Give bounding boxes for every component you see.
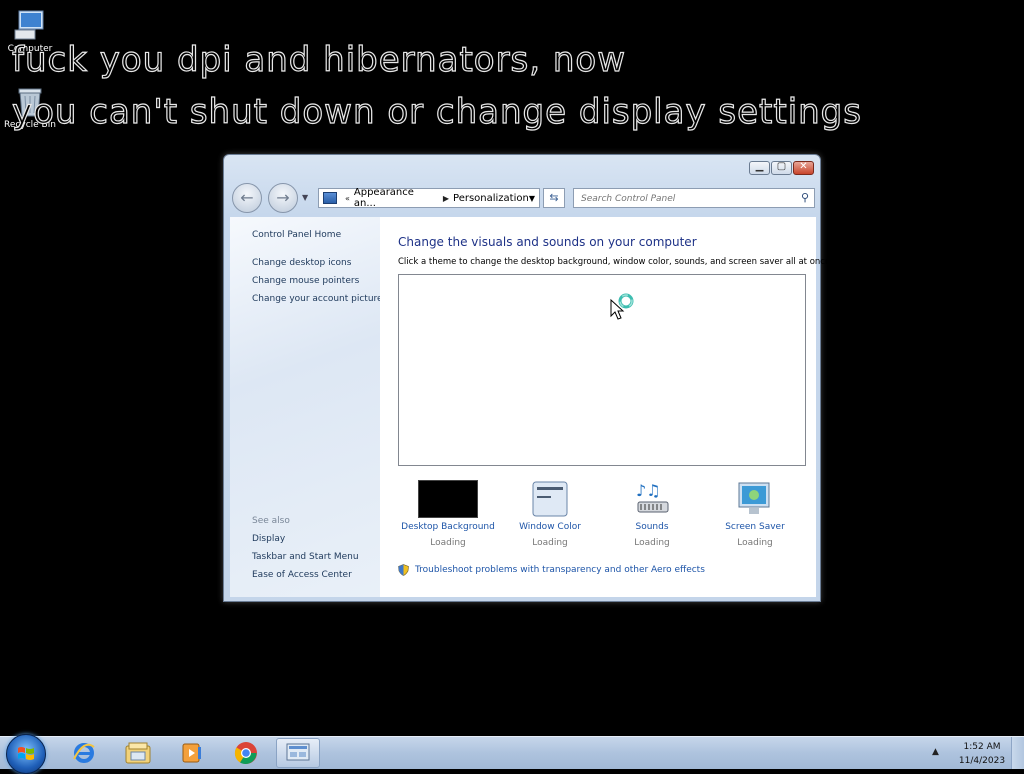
- sounds-tile[interactable]: ♪♫ Sounds Loading: [602, 479, 702, 548]
- taskbar: ▲ 1:52 AM 11/4/2023: [0, 734, 1024, 774]
- address-dropdown-icon[interactable]: ▼: [529, 194, 535, 203]
- page-title: Change the visuals and sounds on your co…: [398, 235, 697, 249]
- breadcrumb-separator-icon[interactable]: ▶: [443, 194, 449, 203]
- minimize-icon: ▁: [755, 161, 764, 172]
- shield-icon: [398, 564, 409, 576]
- window-color-label[interactable]: Window Color: [500, 522, 600, 532]
- clock-time: 1:52 AM: [963, 742, 1001, 752]
- window-color-tile[interactable]: Window Color Loading: [500, 479, 600, 548]
- control-panel-home-link[interactable]: Control Panel Home: [252, 230, 341, 240]
- windows-explorer-icon: [125, 742, 151, 764]
- maximize-icon: ▢: [776, 161, 787, 172]
- screen-saver-icon: [738, 482, 770, 514]
- desktop-background-label[interactable]: Desktop Background: [398, 522, 498, 532]
- left-pane: Control Panel Home Change desktop icons …: [230, 217, 383, 597]
- sounds-label[interactable]: Sounds: [602, 522, 702, 532]
- troubleshoot-label[interactable]: Troubleshoot problems with transparency …: [415, 565, 705, 575]
- taskbar-start-menu-link[interactable]: Taskbar and Start Menu: [252, 552, 359, 562]
- show-hidden-icons-icon[interactable]: ▲: [932, 747, 939, 757]
- taskbar-internet-explorer[interactable]: [62, 738, 106, 768]
- ease-of-access-link[interactable]: Ease of Access Center: [252, 570, 352, 580]
- desktop-background-icon: [418, 480, 478, 518]
- change-account-picture-link[interactable]: Change your account picture: [252, 294, 383, 304]
- notification-area: ▲ 1:52 AM 11/4/2023: [924, 737, 1024, 769]
- close-icon: ✕: [799, 161, 808, 172]
- troubleshoot-link[interactable]: Troubleshoot problems with transparency …: [398, 564, 705, 576]
- svg-text:♪♫: ♪♫: [636, 481, 661, 500]
- internet-explorer-icon: [73, 743, 95, 763]
- breadcrumb-personalization[interactable]: Personalization: [453, 193, 529, 204]
- forward-button[interactable]: →: [268, 183, 298, 213]
- screen-saver-label[interactable]: Screen Saver: [705, 522, 805, 532]
- change-desktop-icons-link[interactable]: Change desktop icons: [252, 258, 351, 268]
- theme-list[interactable]: [398, 274, 806, 466]
- navigation-bar: ← → ▼ « Appearance an... ▶ Personalizati…: [230, 181, 815, 215]
- sounds-status: Loading: [634, 538, 670, 548]
- clock[interactable]: 1:52 AM 11/4/2023: [952, 740, 1012, 768]
- close-button[interactable]: ✕: [793, 161, 814, 175]
- see-also-heading: See also: [252, 516, 290, 526]
- taskbar-media-player[interactable]: [170, 738, 214, 768]
- search-icon[interactable]: ⚲: [801, 191, 809, 204]
- breadcrumb-appearance[interactable]: Appearance an...: [354, 187, 439, 209]
- computer-icon: [14, 10, 44, 40]
- search-input[interactable]: [579, 190, 793, 208]
- busy-cursor-icon: [610, 293, 634, 320]
- refresh-button[interactable]: ⇆: [543, 188, 565, 208]
- screen-saver-status: Loading: [737, 538, 773, 548]
- sounds-icon: ♪♫: [636, 481, 669, 513]
- caption-buttons: ▁ ▢ ✕: [749, 161, 814, 175]
- desktop-overlay-line-2: you can't shut down or change display se…: [11, 91, 862, 132]
- refresh-icon: ⇆: [549, 191, 559, 204]
- desktop-background-status: Loading: [430, 538, 466, 548]
- media-player-icon: [182, 743, 201, 763]
- taskbar-chrome[interactable]: [224, 738, 268, 768]
- clock-date: 11/4/2023: [958, 756, 1006, 766]
- address-bar[interactable]: « Appearance an... ▶ Personalization ▼: [318, 187, 540, 209]
- window-color-status: Loading: [532, 538, 568, 548]
- search-box[interactable]: ⚲: [573, 188, 815, 208]
- chrome-icon: [234, 742, 257, 764]
- back-button[interactable]: ←: [232, 183, 262, 213]
- display-link[interactable]: Display: [252, 534, 285, 544]
- taskbar-windows-explorer[interactable]: [116, 738, 160, 768]
- minimize-button[interactable]: ▁: [749, 161, 770, 175]
- control-panel-icon: [286, 743, 310, 761]
- control-panel-icon: [323, 192, 337, 204]
- back-arrow-icon: ←: [240, 188, 254, 207]
- change-mouse-pointers-link[interactable]: Change mouse pointers: [252, 276, 359, 286]
- windows-logo-icon: [18, 747, 34, 760]
- content-pane: Change the visuals and sounds on your co…: [380, 217, 833, 597]
- window-color-icon: [532, 481, 568, 517]
- taskbar-control-panel[interactable]: [276, 738, 320, 768]
- screen-saver-tile[interactable]: Screen Saver Loading: [705, 479, 805, 548]
- breadcrumb-chevron-icon[interactable]: «: [345, 194, 350, 203]
- start-button[interactable]: [6, 734, 46, 774]
- show-desktop-button[interactable]: [1011, 737, 1024, 769]
- desktop-overlay-line-1: fuck you dpi and hibernators, now: [11, 39, 627, 80]
- personalization-window: ▁ ▢ ✕ ← → ▼ « Appearance an... ▶ Persona…: [223, 154, 833, 602]
- forward-arrow-icon: →: [276, 188, 290, 207]
- recent-pages-dropdown[interactable]: ▼: [302, 193, 308, 202]
- page-subtitle: Click a theme to change the desktop back…: [398, 257, 833, 267]
- desktop-background-tile[interactable]: Desktop Background Loading: [398, 479, 498, 548]
- maximize-button[interactable]: ▢: [771, 161, 792, 175]
